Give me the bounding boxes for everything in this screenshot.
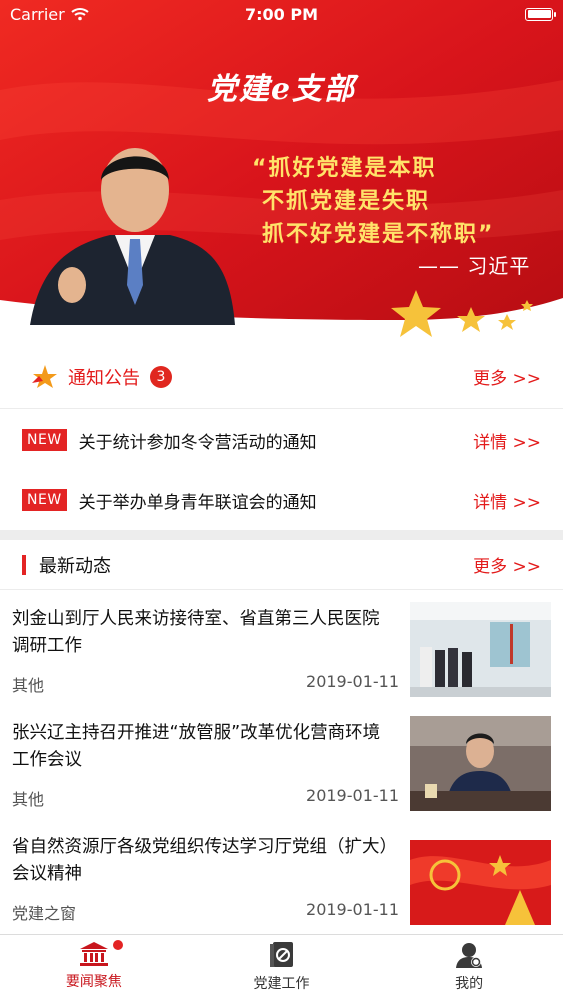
new-badge: NEW [22,429,67,451]
announcement-star-icon [32,364,57,388]
carrier-label: Carrier [10,4,65,24]
news-thumbnail [410,602,551,697]
bank-icon [79,942,108,966]
quote-line: 不抓党建是失职 [262,189,431,214]
tab-mine[interactable]: 我的 [375,935,563,1000]
quote-line: “抓好党建是本职 [252,156,437,181]
news-date: 2019-01-11 [306,900,399,919]
tab-label: 党建工作 [253,976,310,992]
leader-portrait [30,148,235,325]
notice-item[interactable]: NEW 关于举办单身青年联谊会的通知 详情 >> [0,471,563,529]
wifi-icon [71,8,89,21]
tab-label: 要闻聚焦 [65,974,122,990]
quote: “抓好党建是本职 不抓党建是失职 抓不好党建是不称职” [252,152,542,251]
notification-dot [113,940,123,950]
quote-author: —— 习近平 [418,254,531,278]
notice-detail-link[interactable]: 详情 >> [473,428,541,453]
news-headline: 刘金山到厅人民来访接待室、省直第三人民医院调研工作 [12,609,380,656]
party-book-icon [269,942,293,967]
news-headline: 省自然资源厅各级党组织传达学习厅党组（扩大）会议精神 [12,837,389,884]
news-thumbnail [410,716,551,811]
notice-detail-link[interactable]: 详情 >> [473,488,541,513]
notices-title: 通知公告 [68,367,140,389]
tab-bar: 要闻聚焦 党建工作 我的 [0,934,563,1000]
section-marker [22,554,26,575]
user-icon [456,943,483,968]
app-title: 党建e支部 [206,72,357,107]
notices-more-link[interactable]: 更多 >> [473,364,541,389]
notices-header: 通知公告 3 更多 >> [0,345,563,409]
news-date: 2019-01-11 [306,672,399,691]
news-date: 2019-01-11 [306,786,399,805]
news-category: 党建之窗 [12,904,77,923]
news-headline: 张兴辽主持召开推进“放管服”改革优化营商环境工作会议 [12,723,381,770]
news-item[interactable]: 刘金山到厅人民来访接待室、省直第三人民医院调研工作 其他 2019-01-11 [0,592,563,708]
banner[interactable]: 党建e支部 “抓好党建是本职 不抓党建是失职 抓不好党建是不称职” —— 习近平 [0,0,563,345]
notice-item[interactable]: NEW 关于统计参加冬令营活动的通知 详情 >> [0,411,563,469]
notice-title: 关于统计参加冬令营活动的通知 [78,432,317,453]
status-bar: Carrier 7:00 PM [0,0,563,28]
tab-news-focus[interactable]: 要闻聚焦 [0,935,188,1000]
battery-icon [525,7,556,21]
section-divider [0,530,563,540]
news-item[interactable]: 张兴辽主持召开推进“放管服”改革优化营商环境工作会议 其他 2019-01-11 [0,706,563,822]
news-more-link[interactable]: 更多 >> [473,552,541,577]
notices-count-badge: 3 [150,365,172,388]
news-item[interactable]: 省自然资源厅各级党组织传达学习厅党组（扩大）会议精神 党建之窗 2019-01-… [0,820,563,936]
tab-label: 我的 [455,976,484,992]
new-badge: NEW [22,489,67,511]
news-category: 其他 [12,676,45,695]
news-header: 最新动态 更多 >> [0,540,563,590]
news-title: 最新动态 [39,555,111,577]
notice-title: 关于举办单身青年联谊会的通知 [78,492,317,513]
news-thumbnail [410,830,551,925]
quote-line: 抓不好党建是不称职” [262,222,495,247]
tab-party-work[interactable]: 党建工作 [188,935,376,1000]
news-category: 其他 [12,790,45,809]
